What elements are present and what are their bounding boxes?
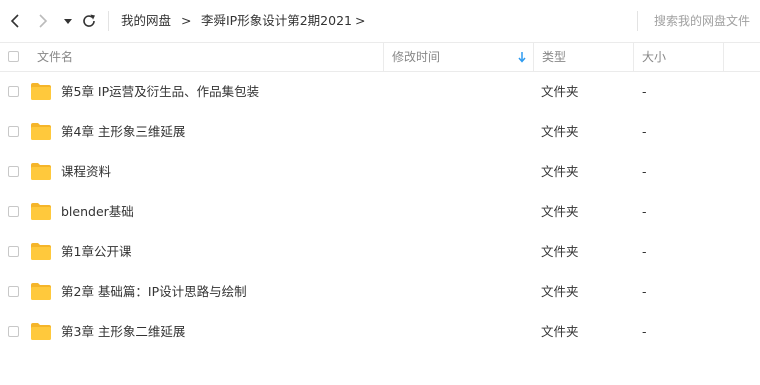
folder-icon [31, 323, 51, 340]
file-name[interactable]: 第2章 基础篇：IP设计思路与绘制 [61, 272, 247, 312]
breadcrumb-separator: > [181, 13, 192, 28]
file-row[interactable]: 第5章 IP运营及衍生品、作品集包装 文件夹 - [0, 72, 760, 112]
dropdown-caret-icon[interactable] [62, 14, 74, 28]
forward-arrow-icon[interactable] [36, 13, 50, 29]
folder-icon [31, 163, 51, 180]
column-header-type[interactable]: 类型 [542, 43, 566, 71]
folder-icon [31, 123, 51, 140]
toolbar-divider [108, 11, 109, 31]
folder-icon [31, 83, 51, 100]
column-divider[interactable] [533, 43, 534, 71]
file-type: 文件夹 [541, 284, 579, 299]
row-checkbox[interactable] [8, 166, 19, 177]
file-name[interactable]: 第5章 IP运营及衍生品、作品集包装 [61, 72, 259, 112]
file-size: - [642, 164, 647, 179]
file-type: 文件夹 [541, 204, 579, 219]
column-header-modified[interactable]: 修改时间 [392, 43, 440, 71]
file-row[interactable]: 第2章 基础篇：IP设计思路与绘制 文件夹 - [0, 272, 760, 312]
refresh-icon[interactable] [80, 12, 98, 30]
file-row[interactable]: blender基础 文件夹 - [0, 192, 760, 232]
row-checkbox[interactable] [8, 206, 19, 217]
column-header-name[interactable]: 文件名 [37, 43, 73, 71]
row-checkbox[interactable] [8, 326, 19, 337]
file-type: 文件夹 [541, 164, 579, 179]
file-name[interactable]: 第3章 主形象二维延展 [61, 312, 185, 352]
file-size: - [642, 244, 647, 259]
toolbar: 我的网盘 > 李舜IP形象设计第2期2021 > [0, 0, 760, 42]
file-size: - [642, 324, 647, 339]
file-type: 文件夹 [541, 244, 579, 259]
row-checkbox[interactable] [8, 286, 19, 297]
search-divider [637, 11, 638, 31]
column-divider[interactable] [633, 43, 634, 71]
search-input[interactable] [646, 12, 760, 30]
file-name[interactable]: 课程资料 [61, 152, 111, 192]
file-size: - [642, 84, 647, 99]
folder-icon [31, 203, 51, 220]
file-row[interactable]: 第4章 主形象三维延展 文件夹 - [0, 112, 760, 152]
row-checkbox[interactable] [8, 246, 19, 257]
file-size: - [642, 284, 647, 299]
file-row[interactable]: 第3章 主形象二维延展 文件夹 - [0, 312, 760, 352]
file-type: 文件夹 [541, 124, 579, 139]
file-type: 文件夹 [541, 324, 579, 339]
file-name[interactable]: 第4章 主形象三维延展 [61, 112, 185, 152]
back-arrow-icon[interactable] [8, 13, 22, 29]
file-size: - [642, 204, 647, 219]
file-row[interactable]: 课程资料 文件夹 - [0, 152, 760, 192]
sort-down-icon[interactable] [517, 50, 527, 64]
folder-icon [31, 283, 51, 300]
breadcrumb-current-folder[interactable]: 李舜IP形象设计第2期2021 [201, 13, 352, 29]
select-all-checkbox[interactable] [8, 51, 19, 62]
column-divider[interactable] [383, 43, 384, 71]
file-name[interactable]: blender基础 [61, 192, 134, 232]
file-list-header: 文件名 修改时间 类型 大小 [0, 42, 760, 72]
file-type: 文件夹 [541, 84, 579, 99]
breadcrumb-root[interactable]: 我的网盘 [121, 13, 171, 29]
folder-icon [31, 243, 51, 260]
file-row[interactable]: 第1章公开课 文件夹 - [0, 232, 760, 272]
row-checkbox[interactable] [8, 126, 19, 137]
column-divider[interactable] [723, 43, 724, 71]
column-header-size[interactable]: 大小 [642, 43, 666, 71]
breadcrumb-separator[interactable]: > [355, 13, 365, 29]
file-name[interactable]: 第1章公开课 [61, 232, 131, 272]
row-checkbox[interactable] [8, 86, 19, 97]
file-size: - [642, 124, 647, 139]
